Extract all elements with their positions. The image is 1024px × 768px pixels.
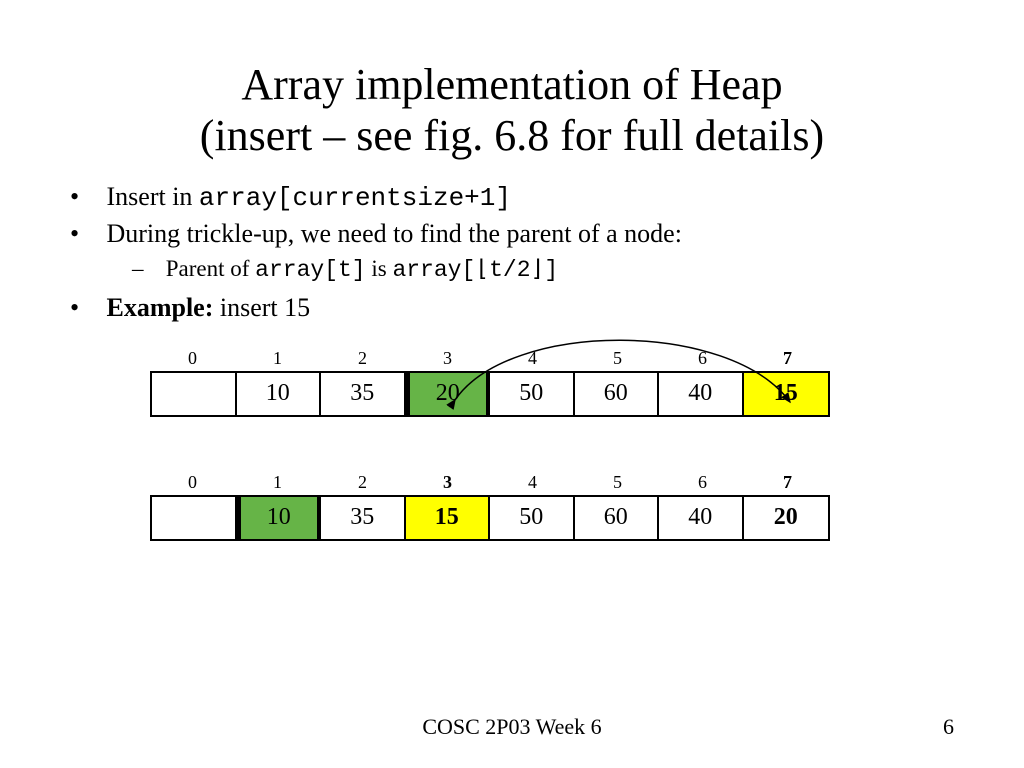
array-cell: 60 [575,497,660,539]
bullet-2: During trickle-up, we need to find the p… [100,216,954,286]
array-cell: 60 [575,373,660,415]
footer-page-number: 6 [943,714,954,740]
array-index: 0 [150,472,235,495]
sub-bullet-1-code1: array[t] [255,257,365,283]
array-index: 2 [320,348,405,371]
array-index: 7 [745,348,830,371]
array-cell: 50 [490,497,575,539]
array-index: 5 [575,348,660,371]
array-index: 7 [745,472,830,495]
bullet-3-rest: insert 15 [213,293,310,322]
array-index: 6 [660,348,745,371]
slide: Array implementation of Heap (insert – s… [0,0,1024,768]
array-index: 0 [150,348,235,371]
array-index: 3 [405,348,490,371]
bullet-2-text: During trickle-up, we need to find the p… [107,219,682,248]
sub-bullet-1-code2: array[⌊t/2⌋] [392,257,558,283]
bullet-1-text: Insert in [107,182,199,211]
bullet-list: Insert in array[currentsize+1] During tr… [100,179,954,325]
sub-bullet-1-mid: is [366,256,393,281]
array-2: 01234567 10351550604020 [150,472,830,541]
array-index: 1 [235,472,320,495]
array-cell: 15 [406,497,491,539]
bullet-3-bold: Example: [107,293,214,322]
array-1: 01234567 10352050604015 [150,348,830,417]
array-cell: 20 [406,373,491,415]
array-cell: 40 [659,373,744,415]
title-line-2: (insert – see fig. 6.8 for full details) [200,111,824,160]
array-cell: 35 [321,497,406,539]
array-cell: 10 [237,373,322,415]
array-index: 6 [660,472,745,495]
array-2-value-row: 10351550604020 [150,495,830,541]
array-index: 4 [490,348,575,371]
array-cell: 40 [659,497,744,539]
footer-center: COSC 2P03 Week 6 [0,714,1024,740]
array-cell: 15 [744,373,828,415]
array-index: 2 [320,472,405,495]
slide-title: Array implementation of Heap (insert – s… [70,60,954,161]
sub-bullet-1: Parent of array[t] is array[⌊t/2⌋] [160,253,954,286]
array-1-index-row: 01234567 [150,348,830,371]
array-index: 4 [490,472,575,495]
bullet-1: Insert in array[currentsize+1] [100,179,954,216]
bullet-3: Example: insert 15 [100,290,954,325]
array-cell: 10 [237,497,322,539]
sub-bullet-1-prefix: Parent of [166,256,255,281]
title-line-1: Array implementation of Heap [241,60,782,109]
array-index: 1 [235,348,320,371]
array-2-index-row: 01234567 [150,472,830,495]
array-cell: 20 [744,497,828,539]
sub-bullet-list: Parent of array[t] is array[⌊t/2⌋] [160,253,954,286]
array-cell: 50 [490,373,575,415]
array-cell: 35 [321,373,406,415]
array-index: 5 [575,472,660,495]
array-index: 3 [405,472,490,495]
array-cell [152,373,237,415]
array-1-value-row: 10352050604015 [150,371,830,417]
bullet-1-code: array[currentsize+1] [199,183,511,213]
array-cell [152,497,237,539]
